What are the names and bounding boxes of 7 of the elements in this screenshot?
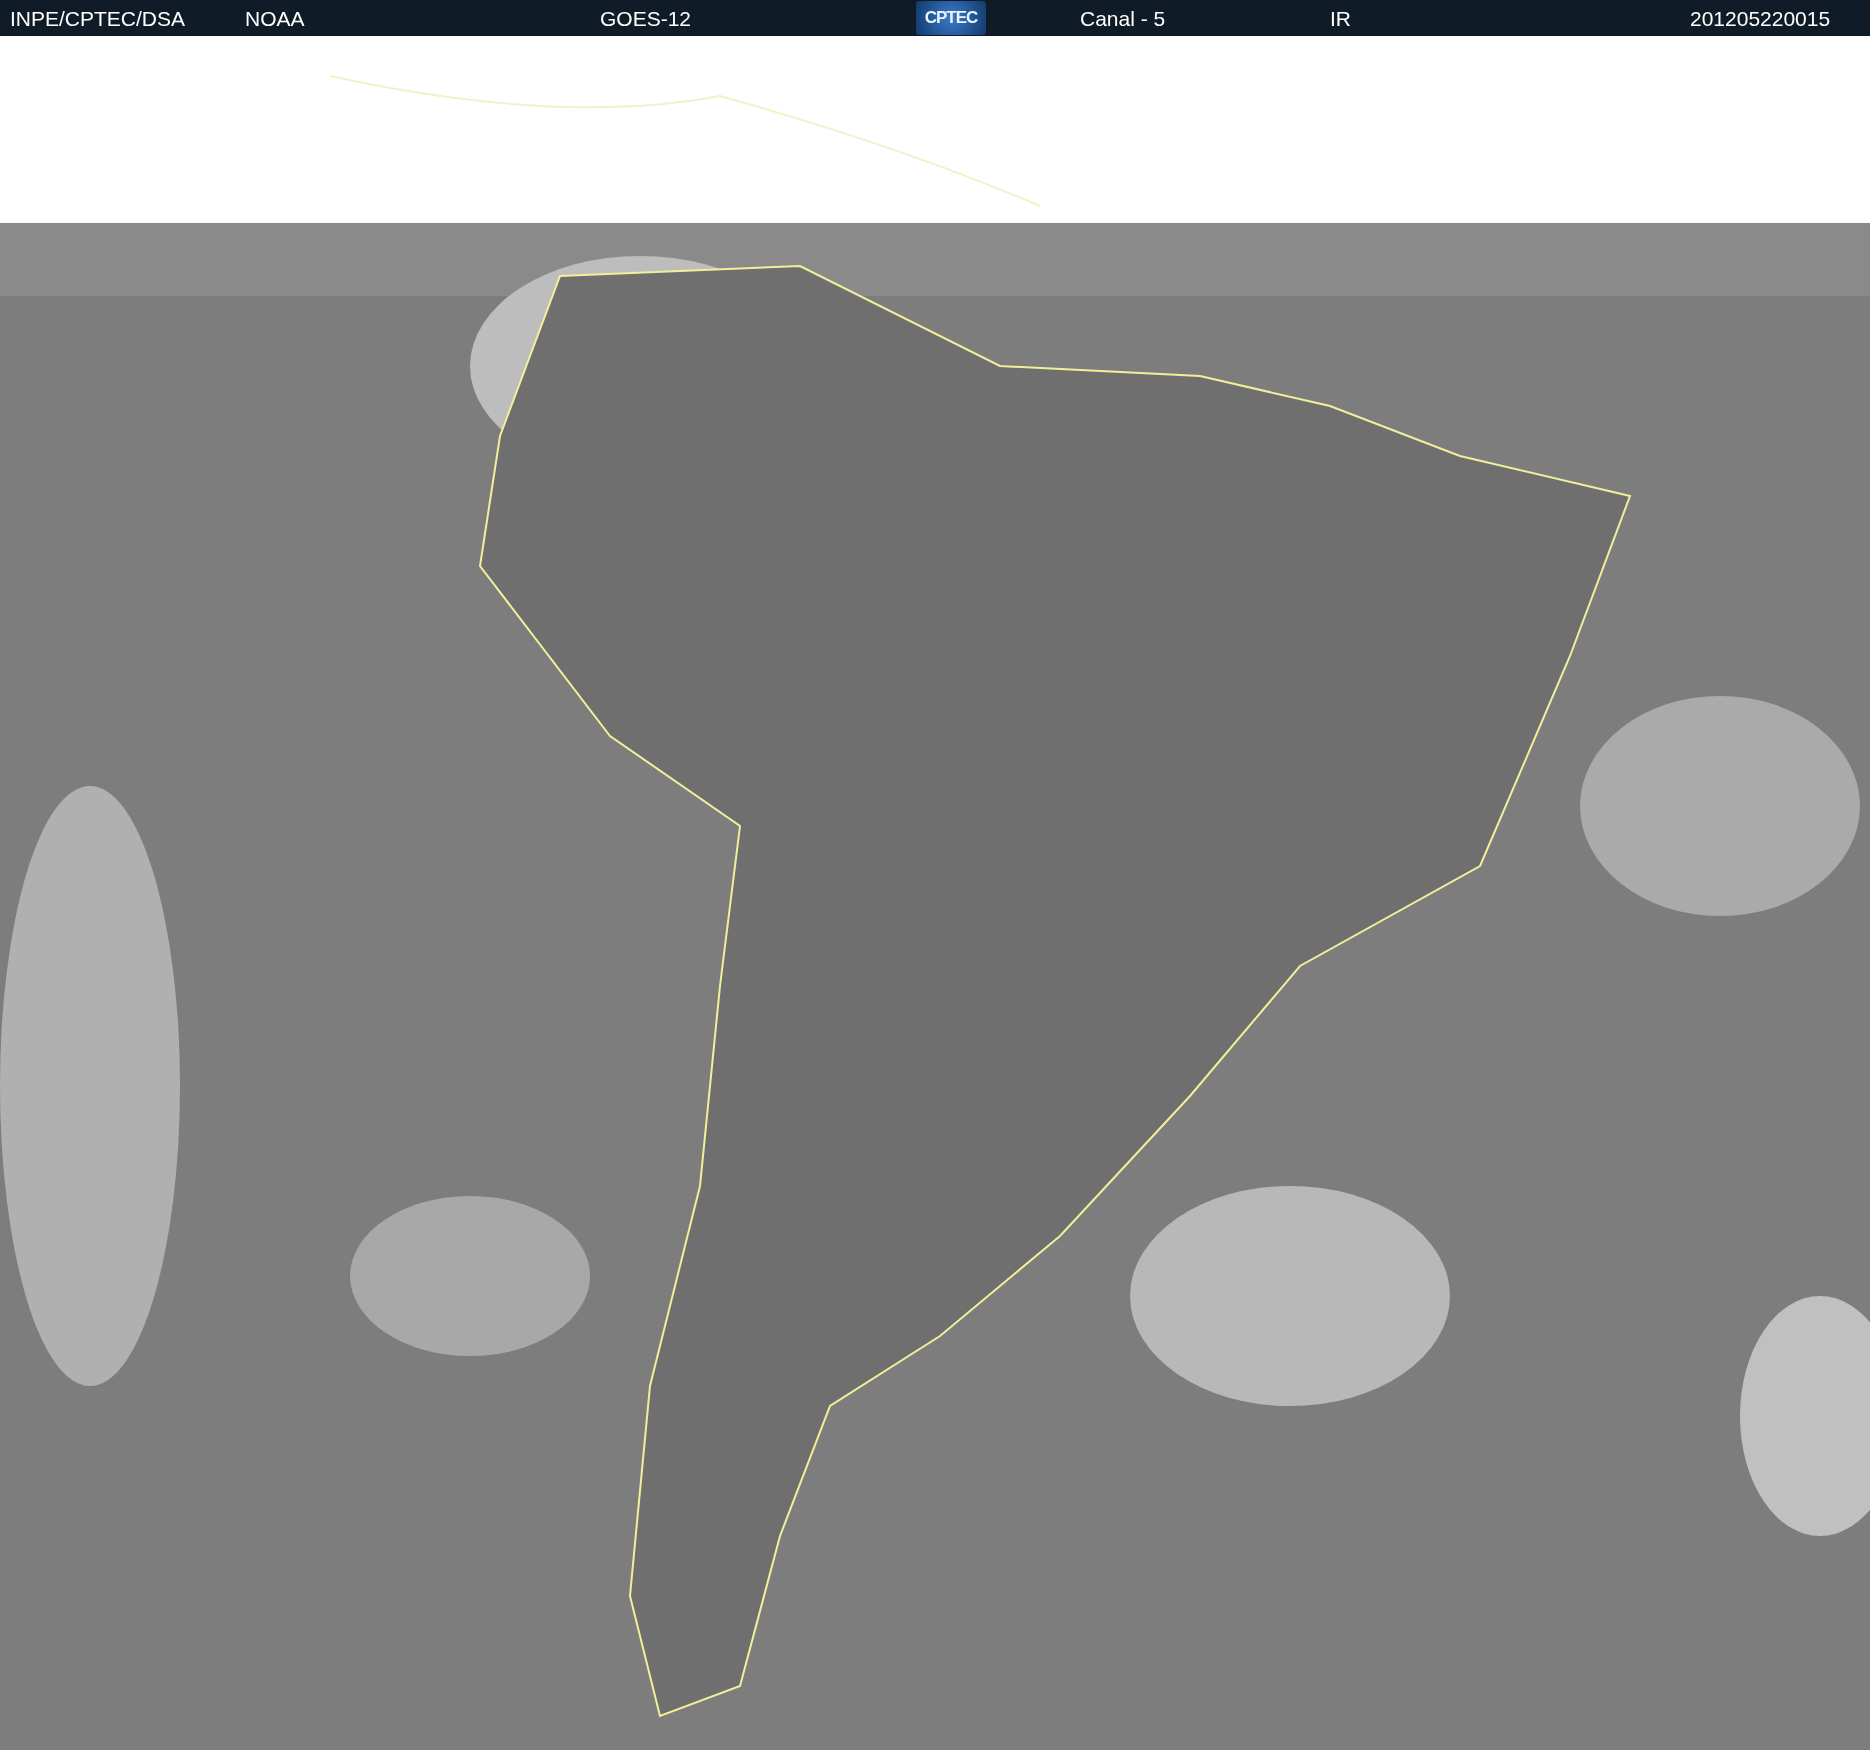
header-label: INPE/CPTEC/DSA <box>10 7 186 29</box>
header-label: GOES-12 <box>600 7 692 29</box>
header-label: IR <box>1330 7 1351 29</box>
header-label: NOAA <box>245 7 305 29</box>
logo: CPTEC <box>916 1 986 35</box>
header-label: Canal - 5 <box>1080 7 1166 29</box>
header-label: 201205220015 <box>1690 7 1831 29</box>
